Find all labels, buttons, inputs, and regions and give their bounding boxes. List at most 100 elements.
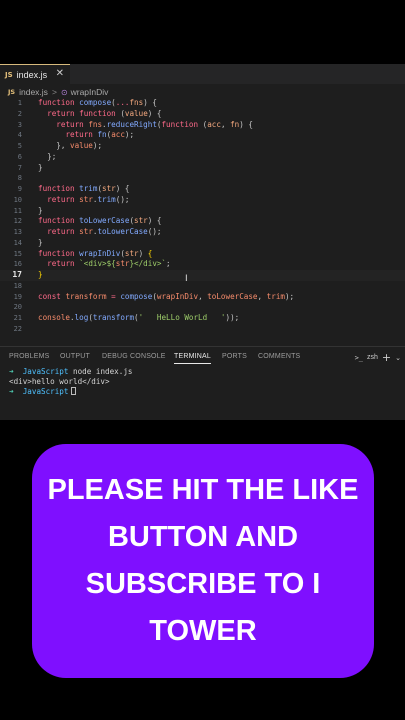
code-token: str — [134, 216, 148, 226]
tab-comments[interactable]: COMMENTS — [258, 353, 300, 360]
tab-label: index.js — [16, 69, 48, 80]
code-editor[interactable]: 1 function compose(...fns) {2 return func… — [0, 98, 405, 335]
code-line[interactable]: 5 }, value); — [0, 141, 405, 152]
code-token: ) — [138, 248, 148, 258]
code-token: } — [38, 162, 43, 172]
close-icon[interactable]: ✕ — [56, 68, 64, 79]
code-line[interactable]: 20 — [0, 302, 405, 313]
code-token: return — [56, 119, 89, 129]
tab-output[interactable]: OUTPUT — [60, 353, 90, 360]
code-token: function — [38, 184, 80, 193]
breadcrumb-symbol[interactable]: wrapInDiv — [71, 87, 109, 97]
code-token: wrapInDiv — [79, 248, 121, 258]
code-line[interactable]: 1 function compose(...fns) { — [0, 98, 405, 109]
code-line[interactable]: 9 function trim(str) { — [0, 184, 405, 195]
code-text: } — [38, 270, 43, 281]
code-text: return fn(acc); — [38, 130, 134, 141]
prompt-directory: JavaScript — [22, 367, 69, 376]
code-line[interactable]: 7} — [0, 163, 405, 174]
code-line[interactable]: 2 return function (value) { — [0, 109, 405, 120]
editor-tab-bar: JS index.js ✕ — [0, 64, 405, 84]
line-number: 2 — [17, 109, 22, 118]
code-line[interactable]: 12 function toLowerCase(str) { — [0, 216, 405, 227]
program-output: <div>hello world</div> — [9, 377, 110, 386]
code-token: , — [257, 291, 267, 301]
code-text: function wrapInDiv(str) { — [38, 249, 152, 260]
code-line[interactable]: 22 — [0, 324, 405, 335]
code-line[interactable]: 6 }; — [0, 152, 405, 163]
code-line[interactable]: 17} — [0, 270, 405, 281]
banner-text: PLEASE HIT THE LIKE BUTTON AND SUBSCRIBE… — [47, 474, 359, 647]
line-number: 4 — [17, 131, 22, 140]
tab-index-js[interactable]: JS index.js ✕ — [0, 64, 70, 84]
tab-problems[interactable]: PROBLEMS — [9, 353, 50, 360]
terminal-shell-name[interactable]: zsh — [367, 354, 378, 361]
tab-terminal[interactable]: TERMINAL — [174, 353, 211, 364]
tab-ports[interactable]: PORTS — [222, 353, 247, 360]
line-number: 5 — [17, 142, 22, 150]
code-text: }; — [38, 152, 56, 163]
panel-tab-bar: PROBLEMS OUTPUT DEBUG CONSOLE TERMINAL P… — [0, 346, 405, 366]
code-token: return — [47, 227, 80, 236]
line-number: 10 — [13, 195, 22, 204]
code-line[interactable]: 3 return fns.reduceRight(function (acc, … — [0, 120, 405, 131]
code-line[interactable]: 10 return str.trim(); — [0, 195, 405, 206]
subscribe-banner: PLEASE HIT THE LIKE BUTTON AND SUBSCRIBE… — [32, 444, 374, 678]
plus-icon[interactable]: + — [382, 351, 391, 364]
code-text: const transform = compose(wrapInDiv, toL… — [38, 292, 294, 303]
line-number: 12 — [13, 217, 22, 226]
code-token: return — [47, 259, 80, 269]
code-token: function — [38, 216, 80, 226]
code-line[interactable]: 16 return `<div>${str}</div>`; — [0, 259, 405, 270]
terminal-cursor — [71, 387, 77, 395]
code-token: , — [220, 119, 231, 129]
code-text: function trim(str) { — [38, 184, 129, 195]
prompt-arrow-icon: ➜ — [9, 387, 14, 396]
code-text: return fns.reduceRight(function (acc, fn… — [38, 120, 253, 131]
code-line[interactable]: 11} — [0, 206, 405, 217]
line-number: 17 — [12, 270, 22, 279]
chevron-down-icon[interactable]: ⌄ — [395, 354, 401, 362]
terminal-output[interactable]: ➜ JavaScript node index.js <div>hello wo… — [0, 367, 405, 397]
code-token: `<div>${ — [79, 259, 116, 269]
function-symbol-icon: ⊙ — [60, 87, 68, 97]
code-token: ) { — [147, 216, 162, 226]
terminal-line: ➜ JavaScript — [9, 387, 405, 397]
code-line[interactable]: 13 return str.toLowerCase(); — [0, 227, 405, 238]
line-number: 6 — [17, 152, 22, 161]
line-number: 21 — [13, 314, 22, 322]
code-token: ); — [124, 130, 135, 140]
code-token: (); — [115, 194, 130, 204]
breadcrumb-file[interactable]: index.js — [19, 87, 48, 97]
code-token: fns — [129, 98, 144, 107]
code-token: fns — [88, 119, 103, 129]
code-token: function — [38, 98, 80, 107]
line-number: 7 — [17, 163, 22, 172]
code-line[interactable]: 8 — [0, 173, 405, 184]
code-token: = — [111, 291, 121, 301]
code-token: fn — [230, 119, 240, 129]
line-number: 1 — [17, 99, 22, 107]
code-line[interactable]: 19 const transform = compose(wrapInDiv, t… — [0, 292, 405, 303]
javascript-file-icon: JS — [5, 70, 13, 79]
code-token: }</div>` — [129, 259, 167, 269]
code-token: return — [47, 108, 80, 118]
code-line[interactable]: 15 function wrapInDiv(str) { — [0, 249, 405, 260]
code-line[interactable]: 21 console.log(transform(' HeLLo WorLd ')… — [0, 313, 405, 324]
tab-debug-console[interactable]: DEBUG CONSOLE — [102, 353, 166, 360]
prompt-directory: JavaScript — [22, 387, 69, 396]
code-token: value — [124, 108, 148, 118]
code-line[interactable]: 14} — [0, 238, 405, 249]
code-token: console — [38, 313, 71, 322]
code-token: return — [65, 130, 98, 140]
code-line[interactable]: 4 return fn(acc); — [0, 130, 405, 141]
code-line[interactable]: 18 — [0, 281, 405, 292]
code-text: return `<div>${str}</div>`; — [38, 259, 170, 270]
code-text: } — [38, 163, 43, 174]
